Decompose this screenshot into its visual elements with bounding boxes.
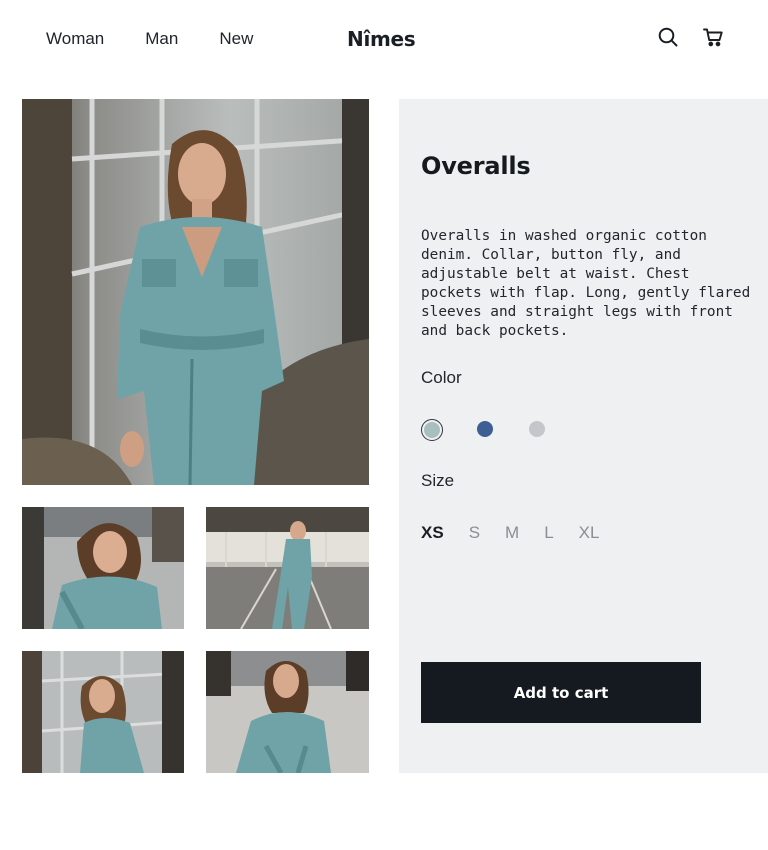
nav-man[interactable]: Man — [145, 29, 178, 49]
nav-new[interactable]: New — [219, 29, 253, 49]
color-swatch-grey[interactable] — [529, 421, 545, 437]
size-option-m[interactable]: M — [505, 523, 519, 543]
product-description: Overalls in washed organic cotton denim.… — [421, 228, 751, 339]
size-option-l[interactable]: L — [544, 523, 553, 543]
color-swatch-blue[interactable] — [477, 421, 493, 437]
main-nav: Woman Man New — [46, 29, 253, 49]
size-label: Size — [421, 471, 455, 490]
thumbnail-parking-garage[interactable] — [206, 507, 369, 629]
product-detail-panel: Overalls Overalls in washed organic cott… — [399, 99, 768, 773]
thumbnail-squatting[interactable] — [206, 651, 369, 773]
size-option-s[interactable]: S — [469, 523, 480, 543]
thumbnail-window[interactable] — [22, 651, 184, 773]
color-swatch-sage-selected[interactable] — [421, 419, 443, 441]
color-label: Color — [421, 368, 462, 387]
main-product-image[interactable] — [22, 99, 369, 485]
product-title: Overalls — [421, 152, 531, 180]
size-option-xs[interactable]: XS — [421, 523, 444, 543]
cart-icon[interactable] — [702, 26, 724, 48]
add-to-cart-button[interactable]: Add to cart — [421, 662, 701, 723]
size-option-xl[interactable]: XL — [579, 523, 600, 543]
size-options: XS S M L XL — [421, 523, 599, 543]
nav-woman[interactable]: Woman — [46, 29, 104, 49]
search-icon[interactable] — [657, 26, 679, 48]
thumbnail-crouching[interactable] — [22, 507, 184, 629]
brand-logo[interactable]: Nîmes — [347, 27, 416, 51]
